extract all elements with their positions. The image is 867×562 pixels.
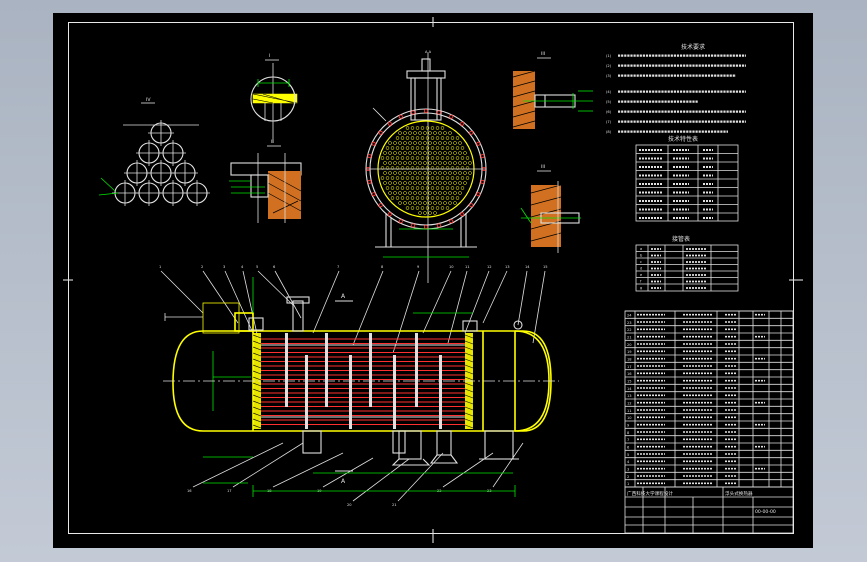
part-number-11: 11 <box>465 265 470 269</box>
svg-text:f: f <box>640 280 642 284</box>
part-number-9: 9 <box>417 265 420 269</box>
part-number-13: 13 <box>505 265 510 269</box>
parts-list: 242322212019181716151413121110987654321 <box>624 310 794 488</box>
cad-drawing: IV I II A-A III III 技术要求 (1)(2)(3)(4)(5)… <box>63 17 803 543</box>
part-number-10: 10 <box>449 265 454 269</box>
tech-req-title: 技术要求 <box>681 43 705 51</box>
svg-text:6: 6 <box>627 446 630 450</box>
nozzle-table: 接管表 abcdefg <box>635 235 739 292</box>
technical-requirements: 技术要求 (1) (2) (3) (4) (5) (6) (7) (8) <box>606 43 746 134</box>
svg-text:23: 23 <box>627 321 632 325</box>
part-number-14: 14 <box>525 265 530 269</box>
part-number-15: 15 <box>543 265 548 269</box>
part-number-5: 5 <box>256 265 258 269</box>
part-number-4: 4 <box>241 265 244 269</box>
svg-text:17: 17 <box>627 365 632 369</box>
part-number-16: 16 <box>187 489 192 493</box>
svg-text:(4): (4) <box>606 90 612 94</box>
cad-viewport[interactable]: IV I II A-A III III 技术要求 (1) (2) (3) (4)… <box>53 13 813 548</box>
section-a-bottom: A <box>341 478 346 485</box>
part-number-3: 3 <box>223 265 225 269</box>
svg-text:2: 2 <box>627 475 629 479</box>
svg-text:8: 8 <box>627 431 630 435</box>
svg-text:1: 1 <box>627 482 629 486</box>
nozzle-title: 接管表 <box>672 235 690 243</box>
title-school: 广西科技大学课程设计 <box>627 490 673 497</box>
view-ii-label: II <box>271 139 274 145</box>
detail-lower-right: III <box>520 164 581 253</box>
svg-text:5: 5 <box>627 453 629 457</box>
svg-text:12: 12 <box>627 402 632 406</box>
svg-text:15: 15 <box>627 380 632 384</box>
tech-char-title: 技术特性表 <box>668 135 698 143</box>
svg-text:7: 7 <box>627 438 629 442</box>
svg-text:(5): (5) <box>606 100 612 104</box>
part-number-6: 6 <box>273 265 276 269</box>
svg-text:e: e <box>640 273 643 277</box>
svg-text:d: d <box>640 267 642 271</box>
svg-text:16: 16 <box>627 372 632 376</box>
svg-text:(8): (8) <box>606 130 612 134</box>
tech-char-table: 技术特性表 <box>635 135 739 222</box>
view-iii-label: III <box>541 51 545 57</box>
detail-iii: III <box>512 51 593 129</box>
svg-text:11: 11 <box>627 409 632 413</box>
svg-text:3: 3 <box>627 468 629 472</box>
svg-text:(6): (6) <box>606 110 612 114</box>
svg-text:19: 19 <box>627 350 632 354</box>
part-number-17: 17 <box>227 489 232 493</box>
svg-text:10: 10 <box>627 416 632 420</box>
svg-text:(3): (3) <box>606 74 612 78</box>
part-number-12: 12 <box>487 265 492 269</box>
tube-layout-detail: IV <box>98 97 210 206</box>
svg-text:20: 20 <box>627 343 632 347</box>
part-number-7: 7 <box>337 265 339 269</box>
section-a-top: A <box>341 293 346 300</box>
svg-text:b: b <box>640 254 643 258</box>
svg-text:24: 24 <box>627 314 632 318</box>
view-iv-label: IV <box>146 97 151 103</box>
title-drawing-name: 浮头式换热器 <box>725 490 753 497</box>
view-i-label: I <box>269 53 270 59</box>
exchanger-elevation: 1 2 3 4 5 6 7 8 9 10 11 12 13 14 15 16 17 18 1920 2122 23 A… <box>159 265 559 507</box>
svg-text:13: 13 <box>627 394 632 398</box>
svg-text:c: c <box>640 260 642 264</box>
part-number-21: 21 <box>392 503 397 507</box>
part-number-20: 20 <box>347 503 352 507</box>
svg-text:(1): (1) <box>606 54 612 58</box>
svg-text:18: 18 <box>627 358 632 362</box>
tubesheet-section-view: A-A <box>365 50 487 283</box>
svg-text:22: 22 <box>627 328 632 332</box>
svg-text:III: III <box>541 164 545 170</box>
part-number-8: 8 <box>381 265 384 269</box>
detail-ii: II <box>229 139 302 223</box>
svg-text:g: g <box>640 286 642 290</box>
title-block: 广西科技大学课程设计 浮头式换热器 00-00-00 <box>624 486 794 534</box>
svg-text:21: 21 <box>627 336 632 340</box>
svg-text:(2): (2) <box>606 64 612 68</box>
part-number-1: 1 <box>159 265 161 269</box>
title-drawing-no: 00-00-00 <box>755 509 776 515</box>
detail-i: I <box>250 53 298 143</box>
svg-text:9: 9 <box>627 424 630 428</box>
svg-text:4: 4 <box>627 460 630 464</box>
svg-text:a: a <box>640 247 642 251</box>
part-number-2: 2 <box>201 265 203 269</box>
svg-text:14: 14 <box>627 387 632 391</box>
svg-text:(7): (7) <box>606 120 612 124</box>
